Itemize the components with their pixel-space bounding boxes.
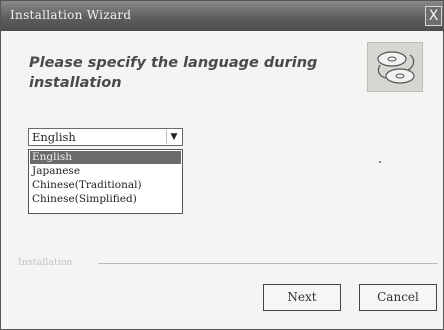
page-heading: Please specify the language during insta… [29,55,318,91]
cd-install-icon [367,42,423,92]
language-option-english[interactable]: English [30,151,181,164]
next-button[interactable]: Next [263,284,341,311]
chevron-down-icon[interactable]: ▼ [166,130,181,144]
window-title: Installation Wizard [10,8,132,22]
scan-artifact [379,161,381,163]
language-option-chinese-simplified[interactable]: Chinese(Simplified) [30,193,181,206]
language-option-chinese-traditional[interactable]: Chinese(Traditional) [30,179,181,192]
footer-divider [98,263,438,264]
cancel-button[interactable]: Cancel [359,284,437,311]
language-dropdown-value: English [32,130,76,144]
language-dropdown[interactable]: English ▼ [28,128,183,146]
language-option-japanese[interactable]: Japanese [30,165,181,178]
installation-group-label: Installation [18,257,73,268]
installation-wizard-window: Installation Wizard X Please specify the… [0,0,444,330]
close-button[interactable]: X [425,6,442,26]
language-options-list[interactable]: English Japanese Chinese(Traditional) Ch… [28,149,183,214]
title-bar[interactable]: Installation Wizard X [1,1,443,31]
